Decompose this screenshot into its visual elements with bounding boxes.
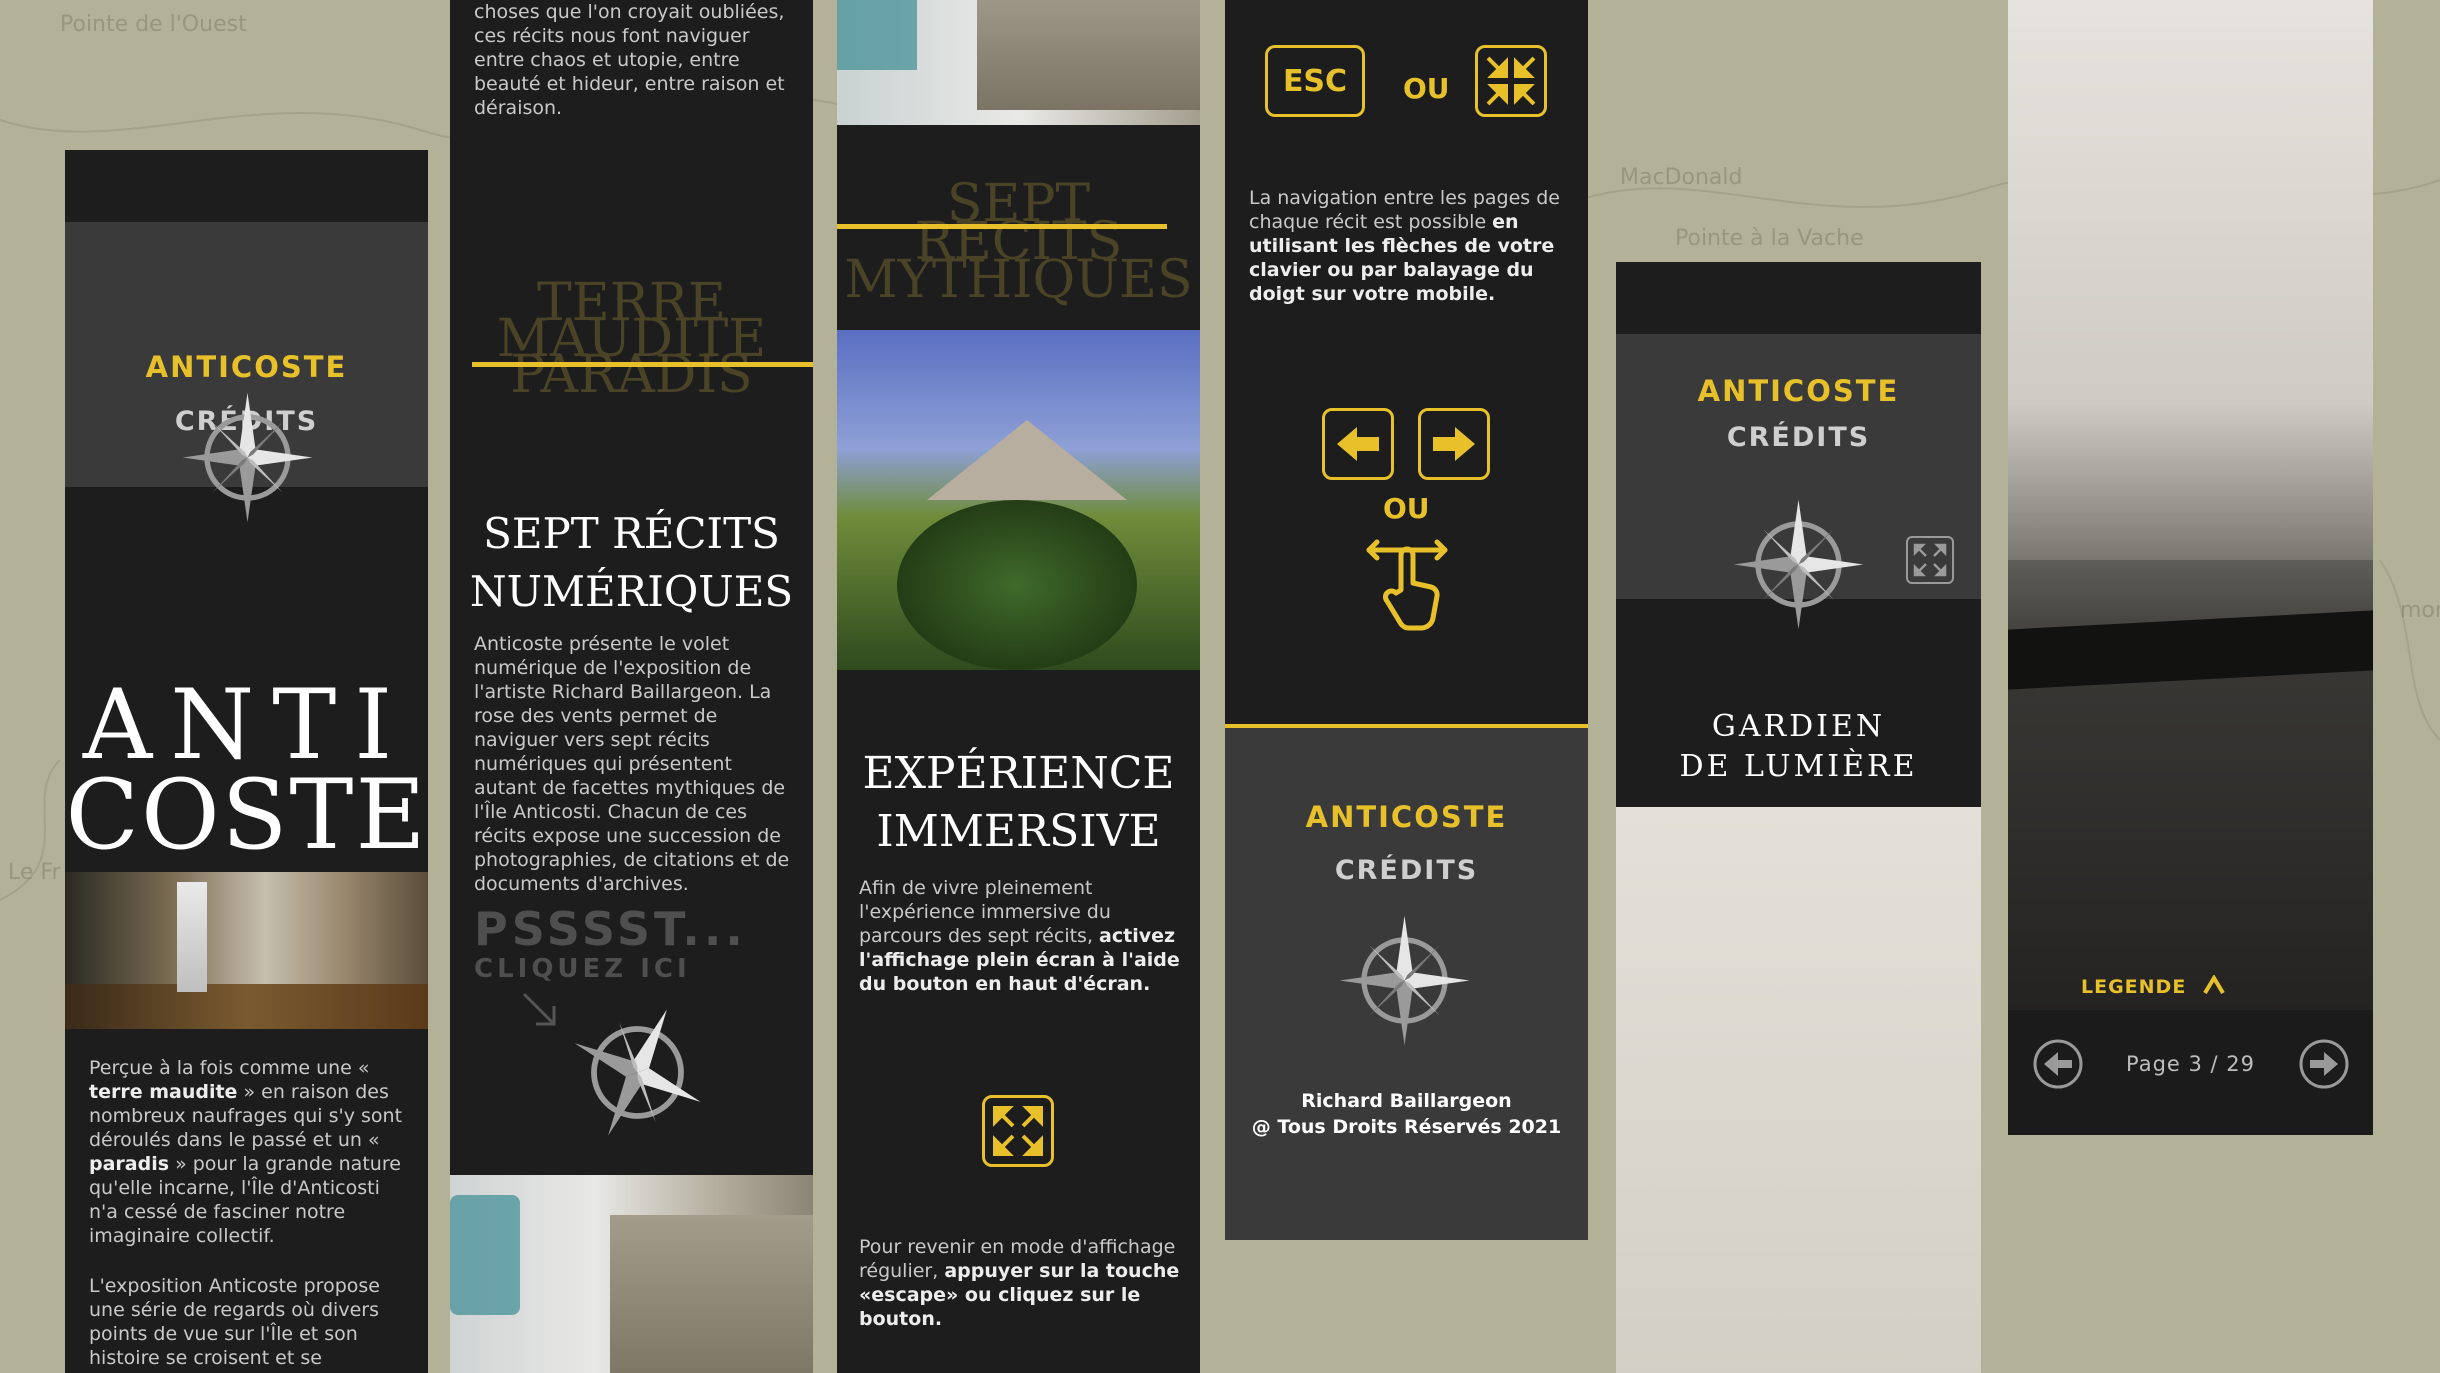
pssst-text: PSSSST... xyxy=(474,902,747,956)
mobile-screen-home: ANTICOSTE CRÉDITS ANTI COSTE Perçue à la… xyxy=(65,150,428,1373)
paper-texture xyxy=(1616,807,1981,1373)
page-indicator: Page 3 / 29 xyxy=(2125,1052,2256,1076)
intro-paragraph: Perçue à la fois comme une « terre maudi… xyxy=(89,1056,409,1248)
brand-link[interactable]: ANTICOSTE xyxy=(1616,374,1981,408)
hero-title-line: ANTI xyxy=(82,669,411,781)
waterfall-photo xyxy=(65,872,428,1029)
heading-line: SEPT RÉCITS xyxy=(483,509,780,558)
collapse-icon xyxy=(1486,56,1536,106)
section-heading: SEPT RÉCITS NUMÉRIQUES xyxy=(450,505,813,621)
esc-key-icon: ESC xyxy=(1265,45,1365,117)
text-bold: terre maudite xyxy=(89,1081,238,1103)
heading-line: EXPÉRIENCE xyxy=(862,748,1175,799)
section-heading: EXPÉRIENCE IMMERSIVE xyxy=(837,745,1200,861)
map-label: mons xyxy=(2400,598,2440,623)
swipe-gesture-icon xyxy=(1366,539,1448,631)
hero-title: ANTI COSTE xyxy=(65,669,428,871)
ghost-line: MYTHIQUES xyxy=(844,250,1193,310)
landscape-photo xyxy=(837,330,1200,670)
credits-menu: ANTICOSTE CRÉDITS Richard Baillargeon @ … xyxy=(1225,728,1588,1240)
compass-rose-icon[interactable] xyxy=(180,390,315,525)
expand-icon xyxy=(1913,543,1947,577)
credits-link[interactable]: CRÉDITS xyxy=(1225,855,1588,886)
credits-link[interactable]: CRÉDITS xyxy=(1616,422,1981,453)
pagination-bar: Page 3 / 29 xyxy=(2008,1010,2373,1135)
text-run: Perçue à la fois comme une « xyxy=(89,1057,370,1079)
or-text: OU xyxy=(1403,72,1450,105)
copyright-text: @ Tous Droits Réservés 2021 xyxy=(1251,1116,1562,1138)
mobile-screen-story-menu: ANTICOSTE CRÉDITS GARDIEN DE LUMIÈRE xyxy=(1616,262,1981,807)
legend-toggle[interactable]: LEGENDE xyxy=(2081,976,2186,998)
fullscreen-toggle-button[interactable] xyxy=(1906,536,1954,584)
text-run: Afin de vivre pleinement l'expérience im… xyxy=(859,877,1111,947)
story-title-line: DE LUMIÈRE xyxy=(1679,749,1918,784)
story-title[interactable]: GARDIEN DE LUMIÈRE xyxy=(1616,707,1981,787)
accent-line xyxy=(472,362,813,367)
exhibition-paragraph: L'exposition Anticoste propose une série… xyxy=(89,1275,380,1369)
story-title-line: GARDIEN xyxy=(1711,709,1886,744)
map-label: Pointe de l'Ouest xyxy=(60,12,247,37)
compass-rose-icon[interactable] xyxy=(565,1000,710,1145)
arrow-down-right-icon xyxy=(522,992,556,1026)
accent-line xyxy=(837,224,1167,229)
brand-link[interactable]: ANTICOSTE xyxy=(65,350,428,384)
artifact-photo-top xyxy=(837,0,1200,125)
mobile-screen-navigation: ESC OU La navigation entre les pages de … xyxy=(1225,0,1588,728)
fullscreen-button[interactable] xyxy=(982,1095,1054,1167)
map-label: Le Fr xyxy=(8,860,61,885)
chevron-up-icon[interactable] xyxy=(2202,975,2226,995)
map-label: Pointe à la Vache xyxy=(1675,226,1864,251)
compass-rose-icon[interactable] xyxy=(1337,913,1472,1048)
map-label: MacDonald xyxy=(1620,165,1743,190)
navigation-instructions: La navigation entre les pages de chaque … xyxy=(1249,186,1571,306)
expand-icon xyxy=(993,1106,1043,1156)
previous-page-button[interactable] xyxy=(2032,1038,2084,1090)
story-photo xyxy=(2008,0,2373,1010)
intro-text-top: choses que l'on croyait oubliées, ces ré… xyxy=(474,1,785,119)
next-page-button[interactable] xyxy=(2298,1038,2350,1090)
ghost-title: TERRE MAUDITE PARADIS xyxy=(450,277,813,401)
exit-fullscreen-button[interactable] xyxy=(1475,45,1547,117)
arrow-left-key-icon xyxy=(1322,408,1394,480)
section-body: Anticoste présente le volet numérique de… xyxy=(474,633,790,895)
fullscreen-instructions: Afin de vivre pleinement l'expérience im… xyxy=(859,876,1184,996)
exit-fullscreen-instructions: Pour revenir en mode d'affichage régulie… xyxy=(859,1235,1184,1331)
mobile-screen-story-page: LEGENDE Page 3 / 29 xyxy=(2008,0,2373,1135)
heading-line: IMMERSIVE xyxy=(876,806,1161,857)
arrow-right-key-icon xyxy=(1418,408,1490,480)
compass-rose-icon[interactable] xyxy=(1731,497,1866,632)
text-bold: paradis xyxy=(89,1153,170,1175)
mobile-screen-immersive: SEPT RÉCITS MYTHIQUES EXPÉRIENCE IMMERSI… xyxy=(837,0,1200,1373)
or-text: OU xyxy=(1383,492,1430,525)
author-name: Richard Baillargeon xyxy=(1301,1090,1512,1112)
artifact-photo xyxy=(450,1175,813,1373)
hero-title-line: COSTE xyxy=(65,759,428,871)
ghost-title: SEPT RÉCITS MYTHIQUES xyxy=(837,178,1200,310)
brand-link[interactable]: ANTICOSTE xyxy=(1225,800,1588,834)
click-here-link[interactable]: CLIQUEZ ICI xyxy=(474,954,691,984)
mobile-screen-intro: choses que l'on croyait oubliées, ces ré… xyxy=(450,0,813,1373)
heading-line: NUMÉRIQUES xyxy=(469,567,794,616)
